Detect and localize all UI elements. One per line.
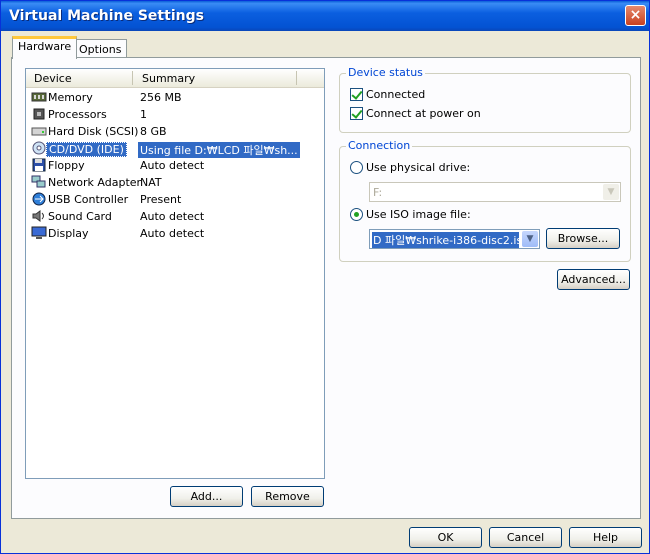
physical-drive-select: F: ▼ — [369, 182, 621, 202]
memory-icon — [31, 90, 47, 104]
remove-button-label: Remove — [265, 490, 310, 503]
sound-card-icon — [31, 209, 47, 223]
device-row[interactable]: Display Auto detect — [28, 225, 322, 242]
device-summary: 1 — [140, 108, 147, 121]
ok-button-label: OK — [437, 531, 454, 544]
device-name: Sound Card — [48, 210, 112, 223]
column-summary[interactable]: Summary — [142, 72, 195, 85]
cancel-button[interactable]: Cancel — [489, 527, 562, 548]
iso-image-path-combo[interactable]: D 파일₩shrike-i386-disc2.iso ▼ — [369, 229, 540, 249]
device-list-header: Device Summary — [26, 69, 324, 88]
use-physical-drive-radio[interactable] — [350, 161, 363, 174]
connect-at-power-on-label[interactable]: Connect at power on — [366, 107, 481, 120]
display-icon — [31, 226, 47, 240]
connection-group: Connection Use physical drive: F: ▼ Use … — [339, 139, 631, 262]
connected-checkbox[interactable] — [350, 88, 363, 101]
remove-button[interactable]: Remove — [251, 486, 324, 507]
device-name: Floppy — [48, 159, 85, 172]
tab-options-label: Options — [79, 43, 122, 56]
device-row[interactable]: USB Controller Present — [28, 191, 322, 208]
device-summary: 8 GB — [140, 125, 167, 138]
connection-legend: Connection — [346, 139, 413, 152]
device-summary: Auto detect — [140, 159, 205, 172]
device-name: CD/DVD (IDE) — [46, 142, 127, 157]
use-iso-image-radio[interactable] — [350, 208, 363, 221]
chevron-down-icon[interactable]: ▼ — [522, 231, 538, 247]
device-summary: 256 MB — [140, 91, 182, 104]
device-name: Hard Disk (SCSI) — [48, 125, 139, 138]
advanced-button[interactable]: Advanced... — [557, 269, 630, 290]
tab-hardware-label: Hardware — [18, 40, 72, 53]
iso-image-path-value[interactable]: D 파일₩shrike-i386-disc2.iso — [372, 232, 519, 248]
device-name: Display — [48, 227, 89, 240]
device-row[interactable]: Sound Card Auto detect — [28, 208, 322, 225]
ok-button[interactable]: OK — [409, 527, 482, 548]
device-row[interactable]: Processors 1 — [28, 106, 322, 123]
help-button[interactable]: Help — [569, 527, 642, 548]
device-name: USB Controller — [48, 193, 129, 206]
column-device[interactable]: Device — [34, 72, 72, 85]
tab-options[interactable]: Options — [73, 39, 128, 58]
connect-at-power-on-checkbox[interactable] — [350, 107, 363, 120]
device-row[interactable]: Memory 256 MB — [28, 89, 322, 106]
tab-hardware[interactable]: Hardware — [12, 36, 78, 59]
browse-button-label: Browse... — [557, 232, 609, 245]
close-button[interactable]: × — [625, 5, 646, 26]
device-name: Processors — [48, 108, 107, 121]
processor-icon — [31, 107, 47, 121]
device-row[interactable]: Hard Disk (SCSI) 8 GB — [28, 123, 322, 140]
add-button-label: Add... — [190, 490, 223, 503]
help-button-label: Help — [592, 531, 619, 544]
device-name: Memory — [48, 91, 93, 104]
device-name: Network Adapter — [48, 176, 142, 189]
title-bar[interactable]: Virtual Machine Settings × — [1, 1, 649, 31]
usb-icon — [31, 192, 47, 206]
column-divider[interactable] — [296, 71, 297, 85]
window-title: Virtual Machine Settings — [9, 8, 204, 24]
network-adapter-icon — [31, 175, 47, 189]
column-divider[interactable] — [132, 71, 133, 85]
device-status-legend: Device status — [346, 66, 425, 79]
vm-settings-window: Virtual Machine Settings × Hardware Opti… — [0, 0, 650, 554]
chevron-down-icon: ▼ — [603, 184, 619, 200]
device-row[interactable]: CD/DVD (IDE) Using file D:₩LCD 파일₩sh... — [28, 140, 322, 158]
add-button[interactable]: Add... — [170, 486, 243, 507]
device-summary: Using file D:₩LCD 파일₩sh... — [138, 142, 300, 158]
device-summary: NAT — [140, 176, 162, 189]
device-row[interactable]: Floppy Auto detect — [28, 157, 322, 174]
device-summary: Present — [140, 193, 182, 206]
connected-label[interactable]: Connected — [366, 88, 425, 101]
use-iso-image-label[interactable]: Use ISO image file: — [366, 208, 471, 221]
advanced-button-label: Advanced... — [561, 273, 626, 286]
cd-dvd-icon — [31, 141, 47, 155]
physical-drive-value: F: — [373, 186, 383, 199]
device-status-group: Device status Connected Connect at power… — [339, 66, 631, 133]
use-physical-drive-label[interactable]: Use physical drive: — [366, 161, 470, 174]
device-summary: Auto detect — [140, 227, 205, 240]
browse-button[interactable]: Browse... — [546, 228, 620, 249]
floppy-icon — [31, 158, 47, 172]
cancel-button-label: Cancel — [506, 531, 545, 544]
hard-disk-icon — [31, 124, 47, 138]
device-list[interactable]: Device Summary Memory 256 MB Processors 1 Ha… — [25, 68, 325, 479]
device-summary: Auto detect — [140, 210, 205, 223]
device-row[interactable]: Network Adapter NAT — [28, 174, 322, 191]
